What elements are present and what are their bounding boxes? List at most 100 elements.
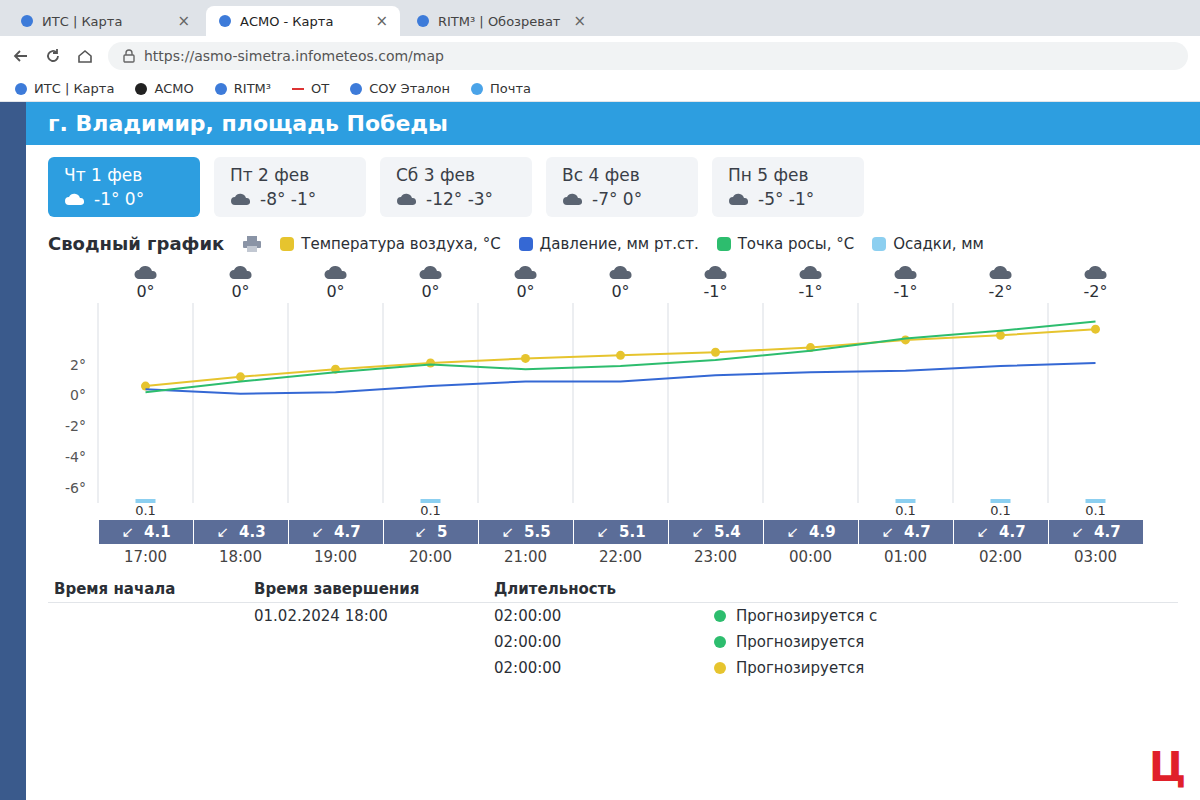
hour-forecast: -2° — [1048, 262, 1143, 303]
time-label: 00:00 — [763, 544, 858, 570]
url-field[interactable]: https://asmo-simetra.infometeos.com/map — [108, 42, 1188, 70]
location-header: г. Владимир, площадь Победы — [26, 102, 1200, 145]
cloud-icon — [133, 264, 159, 280]
temperature-point[interactable] — [521, 354, 530, 363]
bookmark-icon — [470, 82, 484, 96]
site-icon — [218, 14, 232, 28]
wind-direction: ↙ — [881, 523, 894, 541]
column-header: Время начала — [48, 577, 248, 601]
page: ИТС | Карта × АСМО - Карта × RITM³ | Обо… — [0, 0, 1200, 800]
address-bar-row: https://asmo-simetra.infometeos.com/map — [0, 36, 1200, 76]
axis-spacer — [48, 503, 98, 520]
table-row[interactable]: 02:00:00 Прогнозируется — [48, 629, 1178, 655]
grid-line — [98, 303, 99, 503]
day-card[interactable]: Чт 1 фев -1° 0° — [48, 157, 200, 217]
start-cell — [48, 639, 248, 645]
browser-tab-bar: ИТС | Карта × АСМО - Карта × RITM³ | Обо… — [0, 0, 1200, 36]
temperature-point[interactable] — [901, 335, 910, 344]
legend-item[interactable]: Точка росы, °C — [717, 235, 855, 253]
wind-cell: ↙ 4.7 — [953, 520, 1048, 544]
wind-direction: ↙ — [691, 523, 704, 541]
wind-cell: ↙ 4.7 — [288, 520, 383, 544]
hour-label-row: 0° 0° 0° 0° 0° 0° -1° -1° -1° -2° -2° — [48, 262, 1178, 303]
day-card[interactable]: Пт 2 фев -8° -1° — [214, 157, 366, 217]
column-header: Длительность — [488, 577, 708, 601]
wind-cell: ↙ 4.1 — [98, 520, 193, 544]
chart-header: Сводный график Температура воздуха, °C Д… — [26, 229, 1200, 262]
wind-direction: ↙ — [596, 523, 609, 541]
wind-cell: ↙ 4.9 — [763, 520, 858, 544]
bookmark-label: ИТС | Карта — [34, 81, 114, 96]
chart-title: Сводный график — [48, 233, 224, 254]
time-label: 01:00 — [858, 544, 953, 570]
duration-cell: 02:00:00 — [488, 604, 708, 628]
tab-label: ИТС | Карта — [42, 14, 169, 29]
day-card[interactable]: Вс 4 фев -7° 0° — [546, 157, 698, 217]
temperature-point[interactable] — [426, 359, 435, 368]
hour-temp: 0° — [231, 282, 249, 301]
bookmark[interactable]: Почта — [470, 81, 531, 96]
tab-label: АСМО - Карта — [240, 14, 367, 29]
wind-speed: 4.3 — [239, 523, 266, 541]
precip-bar — [231, 503, 251, 504]
start-cell — [48, 665, 248, 671]
back-arrow-icon[interactable] — [12, 47, 30, 65]
grid-line — [668, 303, 669, 503]
temperature-point[interactable] — [616, 351, 625, 360]
grid-line — [193, 303, 194, 503]
cloud-icon — [893, 264, 919, 280]
bookmark-label: RITM³ — [234, 81, 271, 96]
bookmark[interactable]: RITM³ — [214, 81, 271, 96]
day-card[interactable]: Пн 5 фев -5° -1° — [712, 157, 864, 217]
close-tab-button[interactable]: × — [177, 12, 190, 30]
hour-forecast: 0° — [288, 262, 383, 303]
bookmark[interactable]: АСМО — [134, 81, 193, 96]
hour-forecast: -1° — [858, 262, 953, 303]
hour-forecast: 0° — [98, 262, 193, 303]
wind-cell: ↙ 4.3 — [193, 520, 288, 544]
bookmark[interactable]: ИТС | Карта — [14, 81, 114, 96]
axis-spacer — [48, 520, 98, 544]
legend-label: Температура воздуха, °C — [301, 235, 500, 253]
legend-swatch — [872, 237, 886, 251]
wind-speed: 5.1 — [619, 523, 646, 541]
status-cell: Прогнозируется с — [708, 604, 1178, 628]
bookmark[interactable]: СОУ Эталон — [349, 81, 450, 96]
temperature-point[interactable] — [1091, 325, 1100, 334]
home-icon[interactable] — [76, 47, 94, 65]
legend-item[interactable]: Температура воздуха, °C — [280, 235, 500, 253]
reload-icon[interactable] — [44, 47, 62, 65]
bookmark[interactable]: ОТ — [291, 81, 329, 96]
browser-tab[interactable]: RITM³ | Обозреват × — [404, 6, 598, 36]
cloud-icon — [230, 192, 252, 206]
wind-direction: ↙ — [976, 523, 989, 541]
time-label: 19:00 — [288, 544, 383, 570]
precip-bar — [421, 499, 441, 503]
y-tick: 2° — [70, 357, 86, 373]
url-text: https://asmo-simetra.infometeos.com/map — [144, 48, 444, 64]
temperature-point[interactable] — [711, 348, 720, 357]
temperature-point[interactable] — [236, 372, 245, 381]
close-tab-button[interactable]: × — [573, 12, 586, 30]
axis-spacer — [48, 544, 98, 570]
status-cell: Прогнозируется — [708, 656, 1178, 680]
print-icon[interactable] — [242, 235, 262, 253]
cloud-icon — [798, 264, 824, 280]
legend-item[interactable]: Давление, мм рт.ст. — [519, 235, 699, 253]
time-label: 03:00 — [1048, 544, 1143, 570]
wind-direction: ↙ — [216, 523, 229, 541]
wind-speed: 4.1 — [144, 523, 171, 541]
legend-label: Точка росы, °C — [738, 235, 855, 253]
table-row[interactable]: 01.02.2024 18:00 02:00:00 Прогнозируется… — [48, 603, 1178, 629]
browser-tab[interactable]: АСМО - Карта × — [206, 6, 400, 36]
legend-swatch — [717, 237, 731, 251]
duration-cell: 02:00:00 — [488, 630, 708, 654]
legend-item[interactable]: Осадки, мм — [872, 235, 984, 253]
day-card[interactable]: Сб 3 фев -12° -3° — [380, 157, 532, 217]
grid-line — [858, 303, 859, 503]
wind-cell: ↙ 5 — [383, 520, 478, 544]
table-row[interactable]: 02:00:00 Прогнозируется — [48, 655, 1178, 681]
close-tab-button[interactable]: × — [375, 12, 388, 30]
temperature-point[interactable] — [996, 331, 1005, 340]
browser-tab[interactable]: ИТС | Карта × — [8, 6, 202, 36]
